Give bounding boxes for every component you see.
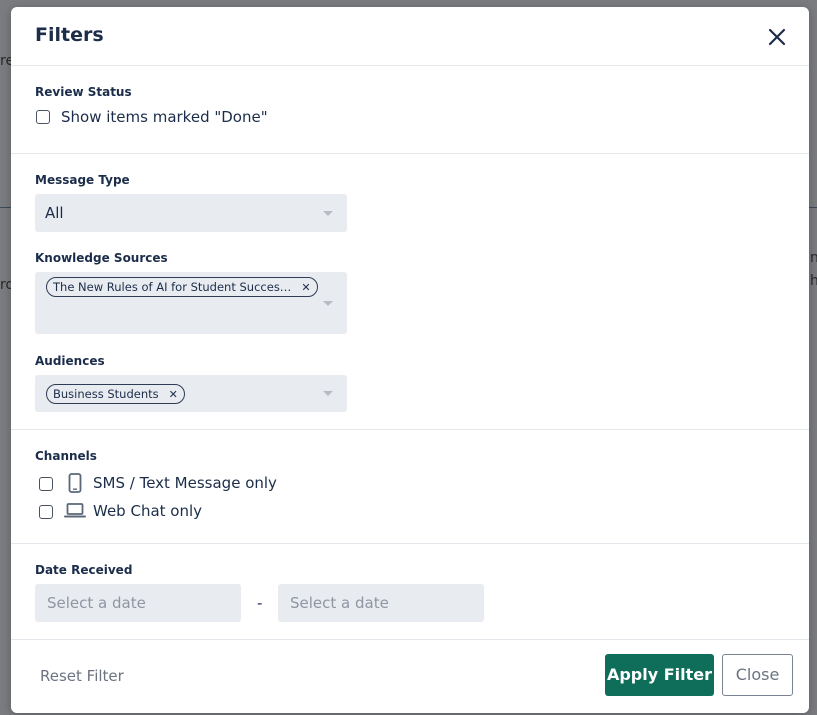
audience-chip: Business Students ✕ [46,384,185,404]
show-done-checkbox[interactable] [36,110,50,124]
channels-label: Channels [35,449,97,463]
dialog-header: Filters [11,7,809,66]
laptop-icon [64,503,86,518]
chevron-down-icon [323,301,333,306]
knowledge-sources-select[interactable]: The New Rules of AI for Student Succes… … [35,272,347,334]
remove-chip-icon[interactable]: ✕ [301,281,310,294]
date-received-section: Date Received Select a date - Select a d… [11,544,809,640]
knowledge-sources-label: Knowledge Sources [35,251,168,265]
message-type-label: Message Type [35,173,130,187]
dialog-footer: Reset Filter Apply Filter Close [11,638,809,713]
web-chat-checkbox[interactable] [39,505,53,519]
sms-label: SMS / Text Message only [93,474,277,492]
review-status-section: Review Status Show items marked "Done" [11,66,809,154]
background-divider [809,207,817,208]
close-icon[interactable] [767,27,787,47]
audiences-label: Audiences [35,354,105,368]
show-done-label: Show items marked "Done" [61,108,268,126]
chevron-down-icon [323,391,333,396]
background-text-fragment: n [810,250,817,266]
background-divider [0,207,11,208]
message-type-select[interactable]: All [35,194,347,232]
chip-label: The New Rules of AI for Student Succes… [53,280,292,294]
sms-checkbox[interactable] [39,477,53,491]
close-button[interactable]: Close [722,654,793,696]
filters-dialog: Filters Review Status Show items marked … [11,7,809,713]
web-chat-label: Web Chat only [93,502,203,520]
chip-label: Business Students [53,387,159,401]
dialog-title: Filters [35,24,104,46]
channels-section: Channels SMS / Text Message only Web Cha… [11,430,809,544]
date-received-label: Date Received [35,563,133,577]
chevron-down-icon [323,211,333,216]
date-to-input[interactable]: Select a date [278,584,484,622]
date-from-input[interactable]: Select a date [35,584,241,622]
remove-chip-icon[interactable]: ✕ [169,388,178,401]
audiences-select[interactable]: Business Students ✕ [35,375,347,412]
review-status-label: Review Status [35,85,132,99]
apply-filter-button[interactable]: Apply Filter [605,654,714,696]
date-separator: - [257,594,263,612]
background-text-fragment: h [810,273,817,289]
message-filters-section: Message Type All Knowledge Sources The N… [11,154,809,430]
reset-filter-button[interactable]: Reset Filter [40,667,124,685]
message-type-value: All [45,204,64,222]
mobile-phone-icon [68,473,82,493]
knowledge-source-chip: The New Rules of AI for Student Succes… … [46,277,318,297]
